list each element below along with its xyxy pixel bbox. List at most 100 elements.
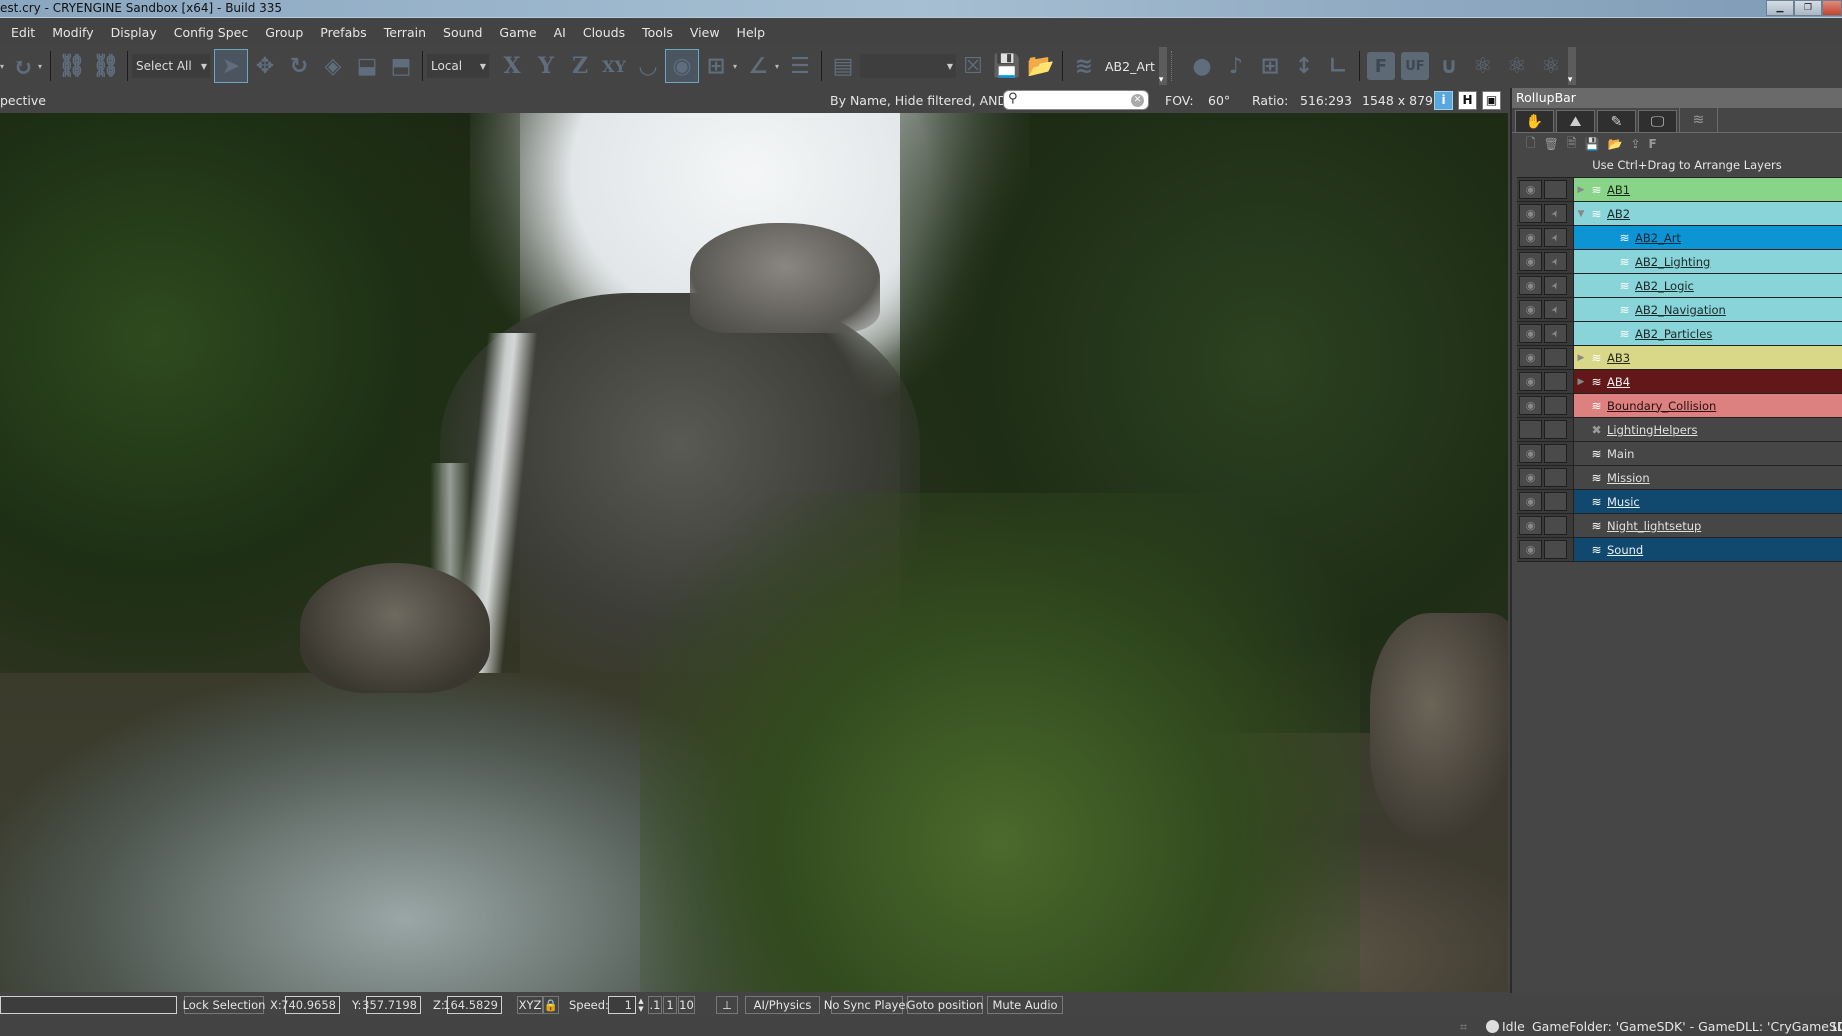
- layer-item[interactable]: ▼ ≋ AB2: [1574, 202, 1842, 225]
- layer-item[interactable]: ≋ Music: [1574, 490, 1842, 513]
- grid-snap-button[interactable]: ⊞: [699, 49, 733, 83]
- speed-preset-10[interactable]: 10: [678, 996, 695, 1014]
- layer-row[interactable]: ◉ ➤ ≋ AB2_Art: [1517, 226, 1842, 250]
- layer-item[interactable]: ≋ AB2_Lighting: [1574, 250, 1842, 273]
- layer-selectable-toggle[interactable]: [1544, 492, 1567, 511]
- close-button[interactable]: [1822, 0, 1842, 16]
- menu-display[interactable]: Display: [111, 25, 157, 40]
- delete-selection-button[interactable]: ☒: [956, 49, 990, 83]
- layer-selectable-toggle[interactable]: ➤: [1544, 228, 1567, 247]
- snap-objects-button[interactable]: ◉: [665, 49, 699, 83]
- filter-mode-label[interactable]: By Name, Hide filtered, AND: [830, 93, 1007, 108]
- layer-selectable-toggle[interactable]: [1544, 372, 1567, 391]
- menu-terrain[interactable]: Terrain: [384, 25, 426, 40]
- undo-dropdown[interactable]: ▾: [0, 62, 8, 71]
- layer-selectable-toggle[interactable]: [1544, 444, 1567, 463]
- layer-row[interactable]: ◉ ➤ ≋ AB2_Particles: [1517, 322, 1842, 346]
- layer-item[interactable]: ≋ Boundary_Collision: [1574, 394, 1842, 417]
- layer-row[interactable]: ◉ ▶ ≋ AB3: [1517, 346, 1842, 370]
- layer-item[interactable]: ≋ Mission: [1574, 466, 1842, 489]
- layer-visibility-toggle[interactable]: ◉: [1519, 444, 1542, 463]
- toolbar-overflow-handle[interactable]: [1567, 47, 1576, 85]
- speed-spinner[interactable]: ▲ ▼: [637, 996, 645, 1014]
- layer-selectable-toggle[interactable]: ➤: [1544, 300, 1567, 319]
- snap-terrain-button[interactable]: ◡: [631, 49, 665, 83]
- layer-selectable-toggle[interactable]: ➤: [1544, 204, 1567, 223]
- expand-right-icon[interactable]: ▶: [1574, 185, 1588, 195]
- selection-list-button[interactable]: ▤: [826, 49, 860, 83]
- y-coordinate-field[interactable]: 357.7198: [362, 996, 421, 1014]
- align-button[interactable]: ☰: [783, 49, 817, 83]
- expand-down-icon[interactable]: ▼: [1574, 209, 1588, 219]
- menu-config-spec[interactable]: Config Spec: [174, 25, 249, 40]
- layer-row[interactable]: ◉ ≋ Sound: [1517, 538, 1842, 562]
- freeze-button[interactable]: F: [1366, 52, 1395, 80]
- layer-item[interactable]: ✖ LightingHelpers: [1574, 418, 1842, 441]
- layer-selectable-toggle[interactable]: [1544, 348, 1567, 367]
- layer-row[interactable]: ◉ ➤ ≋ AB2_Logic: [1517, 274, 1842, 298]
- ai-physics-button[interactable]: AI/Physics: [745, 996, 820, 1014]
- viewport-3d[interactable]: [0, 113, 1508, 992]
- layer-row[interactable]: ◉ ≋ Night_lightsetup: [1517, 514, 1842, 538]
- menu-view[interactable]: View: [690, 25, 720, 40]
- link-button[interactable]: ⛓: [55, 49, 89, 83]
- move-tool-button[interactable]: ✥: [248, 49, 282, 83]
- tab-terrain[interactable]: ⛰: [1556, 110, 1595, 132]
- layer-visibility-toggle[interactable]: ◉: [1519, 204, 1542, 223]
- delete-layer-icon[interactable]: 🗑: [1544, 137, 1559, 151]
- rotate-tool-button[interactable]: ↻: [282, 49, 316, 83]
- export-layer-icon[interactable]: ⇪: [1630, 137, 1640, 151]
- menu-group[interactable]: Group: [265, 25, 303, 40]
- physics-angle-button[interactable]: ∟: [1321, 49, 1355, 83]
- save-selection-button[interactable]: 💾: [990, 49, 1024, 83]
- layer-visibility-toggle[interactable]: ◉: [1519, 348, 1542, 367]
- tab-modelling[interactable]: ✎: [1597, 110, 1636, 132]
- layer-row[interactable]: ◉ ≋ Boundary_Collision: [1517, 394, 1842, 418]
- speed-preset-1[interactable]: 1: [663, 996, 677, 1014]
- angle-dropdown[interactable]: ▾: [775, 62, 783, 71]
- layer-selectable-toggle[interactable]: [1544, 516, 1567, 535]
- layer-visibility-toggle[interactable]: ◉: [1519, 324, 1542, 343]
- layer-item[interactable]: ≋ Night_lightsetup: [1574, 514, 1842, 537]
- lock-axis-button[interactable]: 🔒: [543, 996, 559, 1014]
- helpers-toggle-button[interactable]: H: [1458, 91, 1477, 110]
- layer-visibility-toggle[interactable]: ◉: [1519, 492, 1542, 511]
- axis-xy-button[interactable]: XY: [597, 49, 631, 83]
- menu-prefabs[interactable]: Prefabs: [320, 25, 366, 40]
- no-sync-player-button[interactable]: No Sync Player: [824, 996, 910, 1014]
- select-mode-combo[interactable]: Select All ▼: [132, 54, 210, 78]
- layer-item[interactable]: ≋ Main: [1574, 442, 1842, 465]
- layer-selectable-toggle[interactable]: [1544, 180, 1567, 199]
- layer-settings-icon[interactable]: 🗎: [1567, 134, 1577, 155]
- speed-field[interactable]: 1: [608, 996, 636, 1014]
- unfreeze-button[interactable]: UF: [1400, 52, 1429, 80]
- tab-display[interactable]: 🖵: [1638, 110, 1677, 132]
- layer-visibility-toggle[interactable]: ◉: [1519, 372, 1542, 391]
- restore-button[interactable]: ❐: [1794, 0, 1822, 16]
- spin-down-icon[interactable]: ▼: [638, 1005, 643, 1013]
- coord-system-combo[interactable]: Local ▼: [427, 54, 489, 78]
- layer-item[interactable]: ≋ AB2_Navigation: [1574, 298, 1842, 321]
- layers-button[interactable]: ≋: [1067, 49, 1101, 83]
- physics-simulate-button[interactable]: ⚛: [1534, 49, 1568, 83]
- menu-clouds[interactable]: Clouds: [583, 25, 625, 40]
- x-coordinate-field[interactable]: 740.9658: [281, 996, 340, 1014]
- layer-selectable-toggle[interactable]: ➤: [1544, 276, 1567, 295]
- toolbar-overflow-handle[interactable]: [1158, 47, 1167, 85]
- menu-tools[interactable]: Tools: [642, 25, 673, 40]
- menu-sound[interactable]: Sound: [443, 25, 482, 40]
- redo-dropdown[interactable]: ▾: [38, 62, 46, 71]
- physics-reset-button[interactable]: ⚛: [1500, 49, 1534, 83]
- layer-visibility-toggle[interactable]: ◉: [1519, 300, 1542, 319]
- layer-row[interactable]: ◉ ➤ ▼ ≋ AB2: [1517, 202, 1842, 226]
- layer-row[interactable]: ◉ ▶ ≋ AB1: [1517, 178, 1842, 202]
- rotate-terrain-button[interactable]: ⬒: [384, 49, 418, 83]
- expand-right-icon[interactable]: ▶: [1574, 377, 1588, 387]
- info-toggle-button[interactable]: i: [1434, 91, 1453, 110]
- layer-item[interactable]: ≋ AB2_Particles: [1574, 322, 1842, 345]
- clear-search-icon[interactable]: ✕: [1131, 94, 1144, 107]
- viewport-search-field[interactable]: ⚲ ✕: [1003, 90, 1149, 110]
- layer-row[interactable]: ◉ ▶ ≋ AB4: [1517, 370, 1842, 394]
- select-tool-button[interactable]: ➤: [214, 49, 248, 83]
- layer-visibility-toggle[interactable]: ◉: [1519, 276, 1542, 295]
